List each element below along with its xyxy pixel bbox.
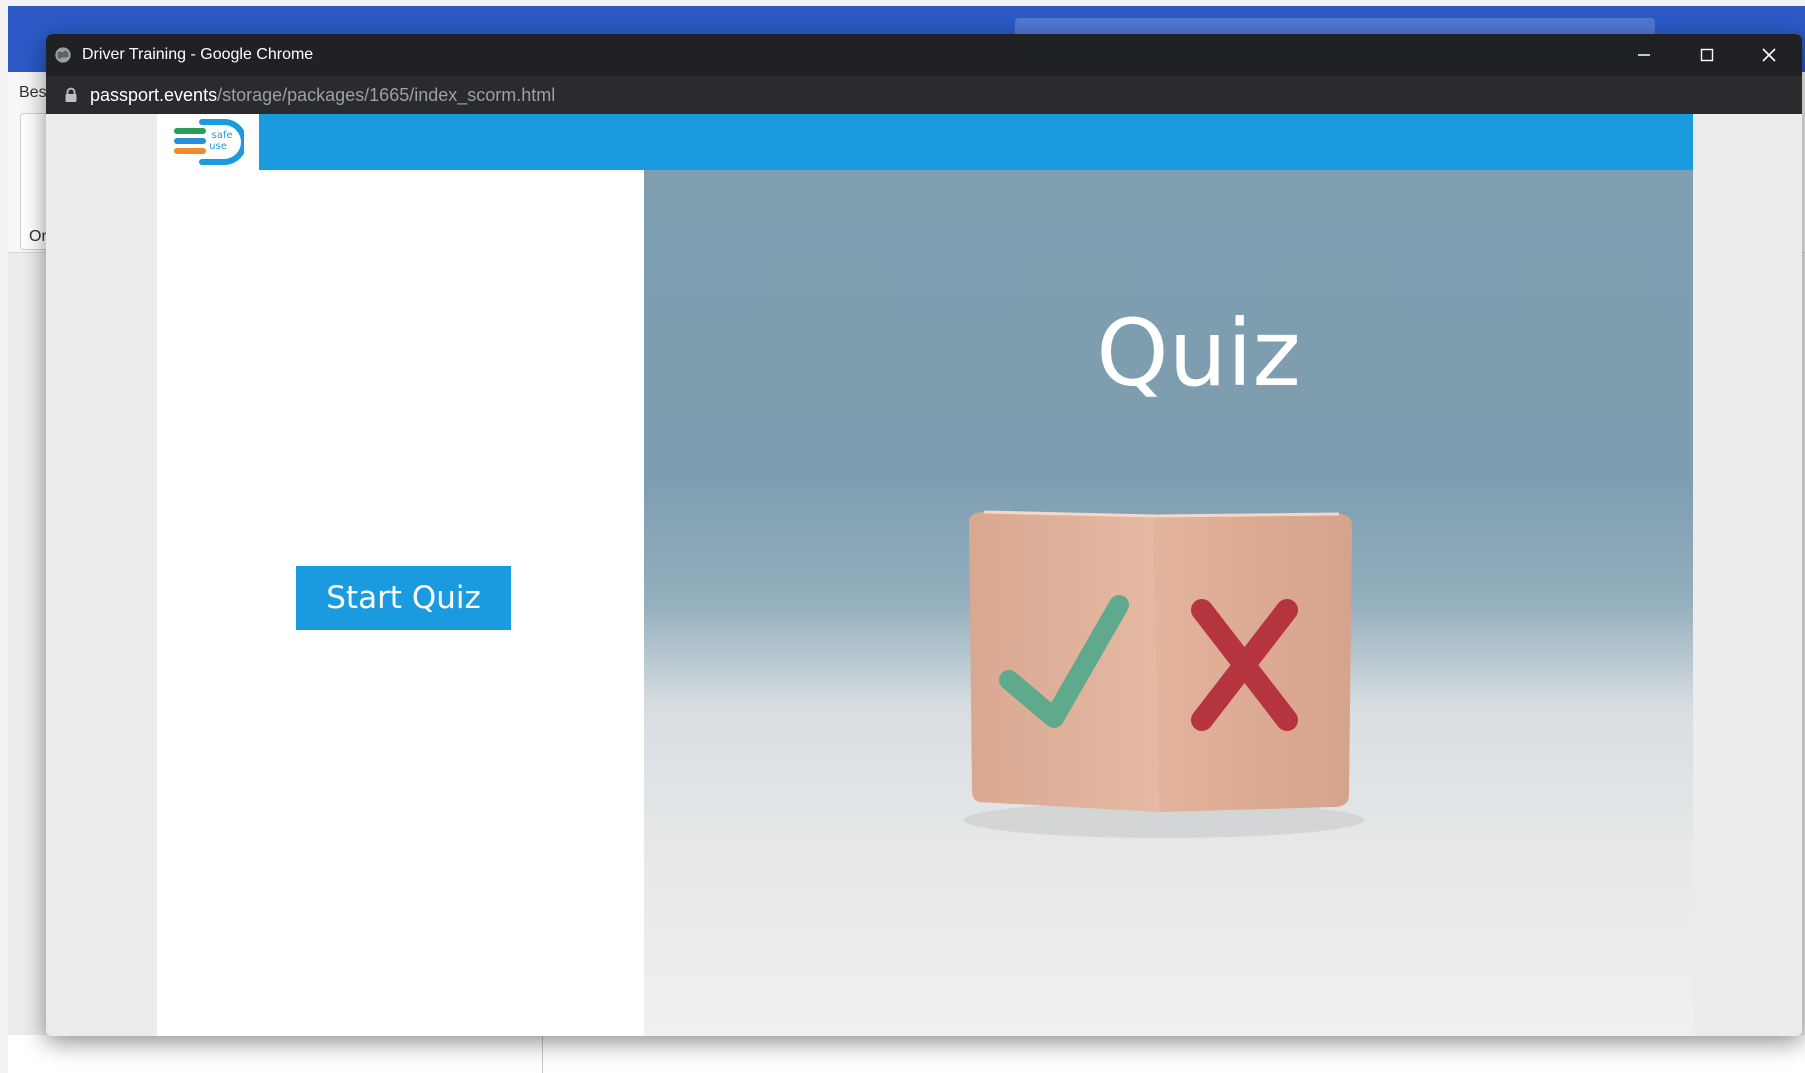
minimize-button[interactable] [1613,34,1675,76]
svg-text:use: use [209,141,227,152]
course-header: safe use [157,114,1693,170]
page-content: safe use Start Quiz Quiz [46,114,1802,1036]
maximize-icon [1700,48,1714,62]
left-panel: Start Quiz [157,170,644,1036]
lock-icon [65,87,77,102]
close-icon [1762,48,1776,62]
address-bar[interactable]: passport.events/storage/packages/1665/in… [46,76,1802,114]
background-document-area [8,1035,1805,1073]
background-divider [542,1035,543,1073]
window-titlebar[interactable]: Driver Training - Google Chrome [46,34,1802,76]
background-text: Or [29,228,47,245]
minimize-icon [1638,54,1650,56]
quiz-hero-image: Quiz [644,170,1693,1036]
hero-title: Quiz [1096,300,1301,407]
safe-use-logo-icon: safe use [174,119,244,165]
globe-icon [55,47,71,63]
scorm-course: safe use Start Quiz Quiz [157,114,1693,1036]
logo: safe use [157,114,259,170]
window-title: Driver Training - Google Chrome [82,46,314,63]
url-path: /storage/packages/1665/index_scorm.html [217,84,556,105]
url-host: passport.events [90,84,218,105]
close-button[interactable] [1738,34,1800,76]
chrome-popup-window: Driver Training - Google Chrome passport… [46,34,1802,1036]
background-text: Bes [19,84,47,101]
check-cross-cube-icon [964,510,1364,838]
svg-text:safe: safe [211,130,232,141]
maximize-button[interactable] [1676,34,1738,76]
start-quiz-button[interactable]: Start Quiz [296,566,511,630]
